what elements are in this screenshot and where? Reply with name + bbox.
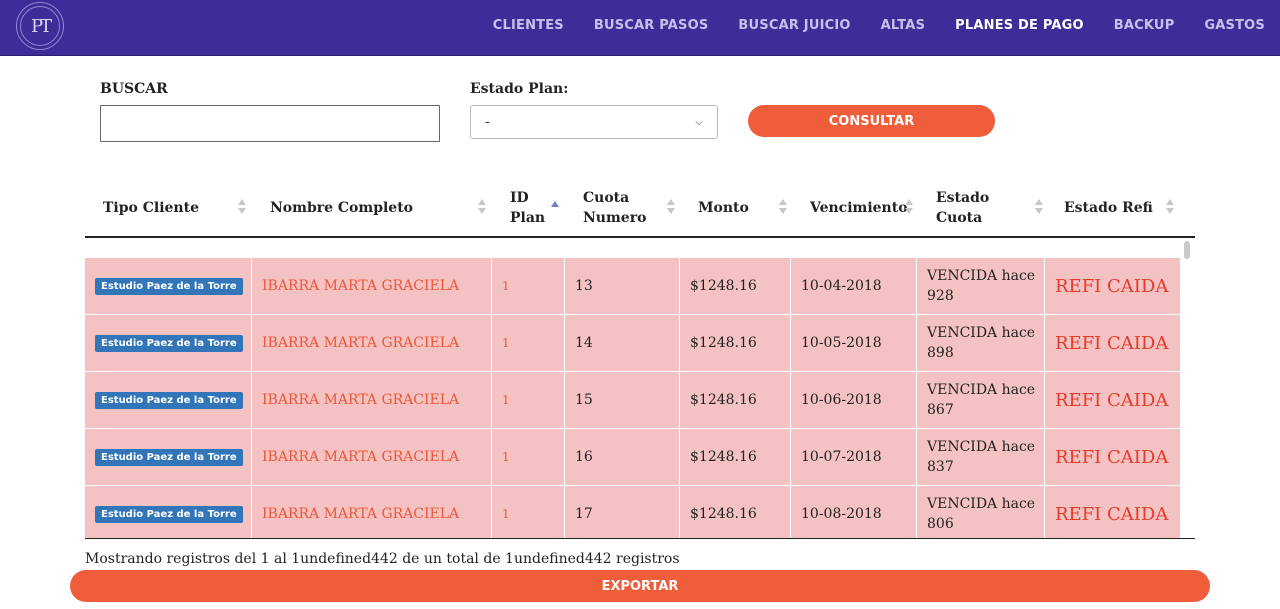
sort-icon[interactable] [667, 199, 675, 215]
header-estado-cuota[interactable]: Estado Cuota [936, 180, 1036, 236]
cell-id-plan: 1 [492, 258, 565, 314]
cell-nombre: IBARRA MARTA GRACIELA [252, 429, 492, 485]
cell-id-plan: 1 [492, 315, 565, 371]
cell-cuota: 17 [565, 486, 680, 538]
header-vencimiento[interactable]: Vencimiento [810, 180, 910, 236]
header-id-plan[interactable]: ID Plan [510, 180, 550, 236]
nav-item-gastos[interactable]: GASTOS [1204, 18, 1265, 33]
cell-cuota: 15 [565, 372, 680, 428]
cell-vencimiento: 10-07-2018 [791, 429, 917, 485]
tipo-cliente-badge: Estudio Paez de la Torre [95, 277, 243, 295]
table-scrollbar[interactable] [1181, 238, 1194, 538]
table-row[interactable]: Estudio Paez de la Torre IBARRA MARTA GR… [85, 486, 1180, 538]
scrollbar-thumb[interactable] [1184, 241, 1190, 259]
chevron-down-icon: ⌵ [695, 116, 703, 128]
cell-monto: $1248.16 [680, 315, 791, 371]
table-bottom-border [85, 538, 1195, 539]
cell-estado-cuota: VENCIDA hace 928 [917, 258, 1045, 314]
main-nav: CLIENTES BUSCAR PASOS BUSCAR JUICIO ALTA… [493, 0, 1265, 50]
header-nombre-completo[interactable]: Nombre Completo [270, 180, 470, 236]
nav-item-buscar-pasos[interactable]: BUSCAR PASOS [594, 18, 709, 33]
cell-cuota: 16 [565, 429, 680, 485]
consultar-button[interactable]: CONSULTAR [748, 105, 995, 137]
cell-cuota: 13 [565, 258, 680, 314]
search-input[interactable] [100, 105, 440, 142]
tipo-cliente-badge: Estudio Paez de la Torre [95, 391, 243, 409]
header-estado-refi[interactable]: Estado Refi [1064, 180, 1164, 236]
estado-plan-label: Estado Plan: [470, 81, 569, 97]
cell-tipo-cliente: Estudio Paez de la Torre [85, 429, 252, 485]
table-row[interactable]: Estudio Paez de la Torre IBARRA MARTA GR… [85, 315, 1180, 372]
cell-vencimiento: 10-06-2018 [791, 372, 917, 428]
cell-monto: $1248.16 [680, 258, 791, 314]
cell-id-plan: 1 [492, 372, 565, 428]
header-tipo-cliente[interactable]: Tipo Cliente [103, 180, 243, 236]
cell-id-plan: 1 [492, 486, 565, 538]
cell-estado-cuota: VENCIDA hace 898 [917, 315, 1045, 371]
estado-plan-select[interactable]: - ⌵ [470, 105, 718, 139]
cell-estado-refi: REFI CAIDA [1055, 275, 1169, 297]
cell-tipo-cliente: Estudio Paez de la Torre [85, 486, 252, 538]
cell-nombre: IBARRA MARTA GRACIELA [252, 258, 492, 314]
sort-icon[interactable] [478, 199, 486, 215]
cell-nombre: IBARRA MARTA GRACIELA [252, 372, 492, 428]
search-label: BUSCAR [100, 81, 168, 97]
estado-plan-selected: - [485, 114, 490, 130]
header-monto[interactable]: Monto [698, 180, 778, 236]
cell-tipo-cliente: Estudio Paez de la Torre [85, 372, 252, 428]
table-row[interactable]: Estudio Paez de la Torre IBARRA MARTA GR… [85, 429, 1180, 486]
sort-asc-icon[interactable] [551, 201, 559, 217]
nav-item-buscar-juicio[interactable]: BUSCAR JUICIO [738, 18, 850, 33]
cell-cuota: 14 [565, 315, 680, 371]
cell-vencimiento: 10-08-2018 [791, 486, 917, 538]
cell-estado-refi: REFI CAIDA [1055, 446, 1169, 468]
nav-item-backup[interactable]: BACKUP [1114, 18, 1175, 33]
brand-logo[interactable]: PT [16, 2, 64, 50]
cell-tipo-cliente: Estudio Paez de la Torre [85, 315, 252, 371]
cell-vencimiento: 10-04-2018 [791, 258, 917, 314]
sort-icon[interactable] [1166, 199, 1174, 215]
table-row[interactable]: Estudio Paez de la Torre IBARRA MARTA GR… [85, 258, 1180, 315]
cell-monto: $1248.16 [680, 486, 791, 538]
cell-id-plan: 1 [492, 429, 565, 485]
nav-item-clientes[interactable]: CLIENTES [493, 18, 564, 33]
cell-monto: $1248.16 [680, 372, 791, 428]
nav-item-planes-de-pago[interactable]: PLANES DE PAGO [955, 18, 1084, 33]
sort-icon[interactable] [779, 199, 787, 215]
table-body: Estudio Paez de la Torre IBARRA MARTA GR… [85, 258, 1180, 538]
cell-estado-refi: REFI CAIDA [1055, 332, 1169, 354]
cell-monto: $1248.16 [680, 429, 791, 485]
cell-tipo-cliente: Estudio Paez de la Torre [85, 258, 252, 314]
exportar-button[interactable]: EXPORTAR [70, 570, 1210, 602]
cell-nombre: IBARRA MARTA GRACIELA [252, 315, 492, 371]
logo-monogram: PT [20, 6, 60, 46]
sort-icon[interactable] [905, 199, 913, 215]
nav-item-altas[interactable]: ALTAS [881, 18, 925, 33]
tipo-cliente-badge: Estudio Paez de la Torre [95, 334, 243, 352]
top-navbar: PT CLIENTES BUSCAR PASOS BUSCAR JUICIO A… [0, 0, 1280, 56]
cell-vencimiento: 10-05-2018 [791, 315, 917, 371]
cell-estado-refi: REFI CAIDA [1055, 503, 1169, 525]
records-info: Mostrando registros del 1 al 1undefined4… [85, 551, 680, 567]
cell-estado-refi: REFI CAIDA [1055, 389, 1169, 411]
header-cuota-numero[interactable]: Cuota Numero [583, 180, 653, 236]
cell-estado-cuota: VENCIDA hace 837 [917, 429, 1045, 485]
table-header: Tipo Cliente Nombre Completo ID Plan Cuo… [85, 180, 1195, 238]
sort-icon[interactable] [238, 199, 246, 215]
cell-estado-cuota: VENCIDA hace 806 [917, 486, 1045, 538]
tipo-cliente-badge: Estudio Paez de la Torre [95, 505, 243, 523]
tipo-cliente-badge: Estudio Paez de la Torre [95, 448, 243, 466]
table-row[interactable]: Estudio Paez de la Torre IBARRA MARTA GR… [85, 372, 1180, 429]
sort-icon[interactable] [1035, 199, 1043, 215]
cell-nombre: IBARRA MARTA GRACIELA [252, 486, 492, 538]
cell-estado-cuota: VENCIDA hace 867 [917, 372, 1045, 428]
